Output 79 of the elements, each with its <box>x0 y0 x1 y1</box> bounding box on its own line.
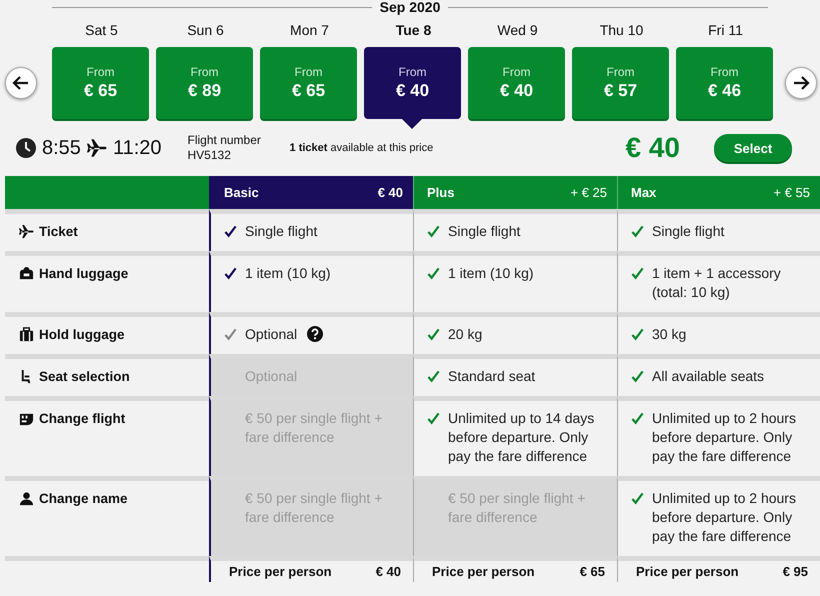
arrival-time: 11:20 <box>112 136 162 160</box>
row-label: Ticket <box>39 223 78 241</box>
plan-header[interactable]: Plus + € 25 <box>413 176 617 209</box>
previous-button[interactable] <box>5 67 37 99</box>
cell-text: Single flight <box>448 222 520 241</box>
row-label: Change flight <box>39 410 126 428</box>
cell-text: 1 item + 1 accessory (total: 10 kg) <box>652 264 782 302</box>
cell-text: Optional <box>245 367 298 386</box>
select-button[interactable]: Select <box>714 134 792 162</box>
cell-text: € 50 per single flight + fare difference <box>245 409 384 447</box>
check-icon <box>631 492 644 505</box>
date-card[interactable]: From € 40 <box>468 47 565 119</box>
check-icon <box>427 328 440 341</box>
help-icon[interactable] <box>307 326 324 342</box>
cell-text: Unlimited up to 2 hours before departure. Only pay the fare difference <box>652 489 797 546</box>
flight-number: HV5132 <box>188 148 232 163</box>
date-card[interactable]: From € 65 <box>52 47 149 119</box>
date-card[interactable]: From € 89 <box>156 47 253 119</box>
check-icon <box>427 225 440 238</box>
day-label: Thu 10 <box>598 22 644 38</box>
check-icon <box>224 267 237 280</box>
price-footer: Price per person € 65 <box>413 556 617 582</box>
availability-text: 1 ticket available at this price <box>290 142 434 154</box>
cell-text: 1 item (10 kg) <box>448 264 534 283</box>
suitcase-icon <box>19 327 34 342</box>
cell-text: Standard seat <box>448 367 536 386</box>
check-icon <box>631 225 644 238</box>
day-label: Fri 11 <box>707 22 744 38</box>
clock-icon <box>16 138 36 158</box>
next-button[interactable] <box>785 67 817 99</box>
cell-text: 20 kg <box>448 325 482 344</box>
check-icon <box>631 328 644 341</box>
cell-text: All available seats <box>652 367 764 386</box>
cell-text: 1 item (10 kg) <box>245 264 331 283</box>
check-icon <box>427 370 440 383</box>
date-card[interactable]: From € 57 <box>572 47 669 119</box>
check-icon <box>224 328 237 341</box>
day-label: Tue 8 <box>394 22 432 38</box>
day-label: Sat 5 <box>84 22 119 38</box>
plan-header[interactable]: Basic € 40 <box>209 176 413 209</box>
selection-pointer <box>402 119 422 129</box>
check-icon <box>427 267 440 280</box>
check-icon <box>224 225 237 238</box>
plan-header[interactable]: Max + € 55 <box>617 176 820 209</box>
cell-text: Unlimited up to 14 days before departure. Only pay the fare difference <box>448 409 596 466</box>
day-label: Sun 6 <box>186 22 225 38</box>
check-icon <box>631 412 644 425</box>
left-arrow-icon <box>12 74 30 92</box>
date-card[interactable]: From € 65 <box>260 47 357 119</box>
cell-text: Single flight <box>245 222 318 241</box>
flight-price: € 40 <box>626 132 680 164</box>
date-card[interactable]: From € 46 <box>676 47 773 119</box>
row-label: Seat selection <box>39 368 130 386</box>
price-footer: Price per person € 95 <box>617 556 820 582</box>
cell-text: € 50 per single flight + fare difference <box>448 489 586 527</box>
plane-icon <box>19 224 34 239</box>
person-icon <box>19 491 34 506</box>
calendar-icon <box>19 411 34 426</box>
check-icon <box>631 370 644 383</box>
price-footer: Price per person € 40 <box>209 556 413 582</box>
cell-text: Optional <box>245 325 298 344</box>
backpack-icon <box>19 266 34 281</box>
cell-text: € 50 per single flight + fare difference <box>245 489 384 527</box>
day-label: Wed 9 <box>496 22 539 38</box>
flight-number-label: Flight number <box>188 133 262 148</box>
month-label: Sep 2020 <box>380 0 440 14</box>
right-arrow-icon <box>792 74 810 92</box>
row-label: Change name <box>39 490 128 508</box>
plane-icon <box>86 138 107 158</box>
check-icon <box>631 267 644 280</box>
cell-text: Unlimited up to 2 hours before departure. Only pay the fare difference <box>652 409 797 466</box>
date-card[interactable]: From € 40 <box>364 47 461 119</box>
row-label: Hold luggage <box>39 326 124 344</box>
check-icon <box>427 412 440 425</box>
row-label: Hand luggage <box>39 265 128 283</box>
departure-time: 8:55 <box>42 136 81 160</box>
cell-text: Single flight <box>652 222 724 241</box>
day-label: Mon 7 <box>289 22 330 38</box>
cell-text: 30 kg <box>652 325 686 344</box>
